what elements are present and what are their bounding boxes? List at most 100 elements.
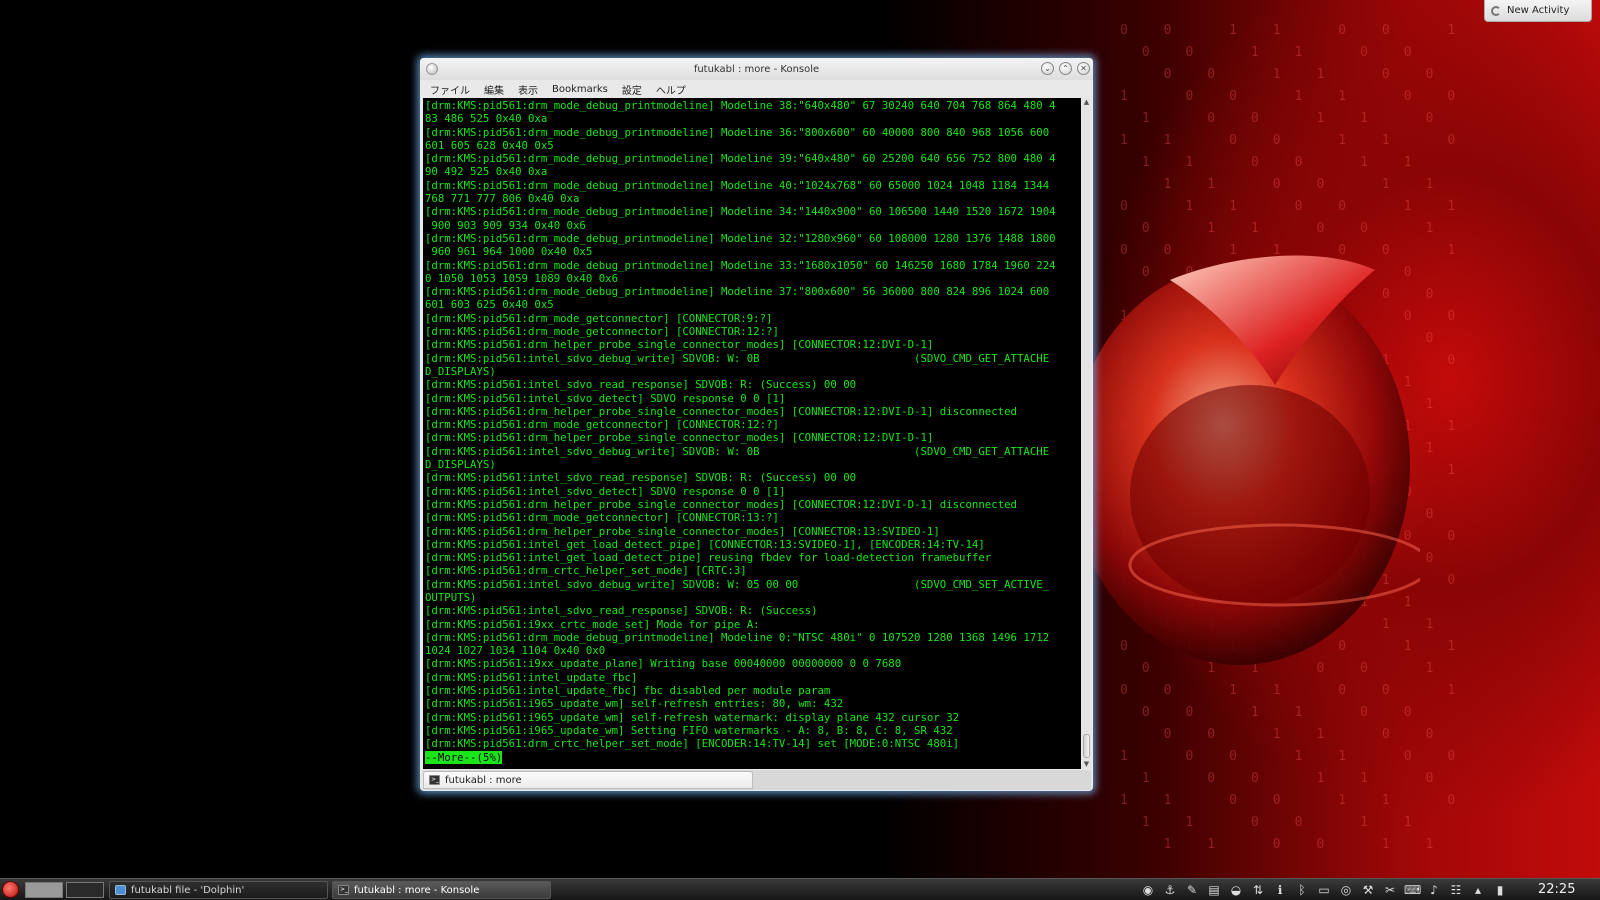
- task-konsole-label: futukabl : more - Konsole: [354, 884, 480, 896]
- network-icon[interactable]: ⚓: [1162, 882, 1178, 898]
- fedora-orb-icon: [1070, 255, 1420, 665]
- terminal-line: [drm:KMS:pid561:intel_sdvo_debug_write] …: [425, 577, 1050, 591]
- terminal-icon: >_: [429, 775, 440, 785]
- terminal-line: 83 486 525 0x40 0xa: [425, 112, 548, 126]
- terminal-line: [drm:KMS:pid561:intel_get_load_detect_pi…: [425, 537, 985, 551]
- terminal-line: [drm:KMS:pid561:drm_mode_debug_printmode…: [425, 205, 1056, 219]
- terminal-line: [drm:KMS:pid561:drm_helper_probe_single_…: [425, 524, 940, 538]
- terminal-line: 601 603 625 0x40 0x5: [425, 298, 554, 312]
- clock[interactable]: 22:25: [1538, 882, 1575, 897]
- terminal-line: [drm:KMS:pid561:i965_update_wm] self-ref…: [425, 697, 844, 711]
- terminal-line: 90 492 525 0x40 0xa: [425, 165, 548, 179]
- drive-icon[interactable]: ◒: [1228, 882, 1244, 898]
- konsole-window[interactable]: futukabl : more - Konsole ⌄ ⌃ ✕ ファイル 編集 …: [420, 58, 1093, 791]
- system-tray: ◉ ⚓ ✎ ▤ ◒ ⇅ ℹ ᛒ ▭ ◎ ⚒ ✂ ⌨ ♪ ☷ ▴ ▮: [1140, 881, 1508, 899]
- menu-help[interactable]: ヘルプ: [656, 82, 686, 97]
- scroll-up-icon[interactable]: ▲: [1082, 98, 1091, 107]
- terminal-line: [drm:KMS:pid561:i9xx_update_plane] Writi…: [425, 657, 902, 671]
- terminal-line: 0 1050 1053 1059 1089 0x40 0x6: [425, 271, 619, 285]
- terminal-line: [drm:KMS:pid561:intel_sdvo_read_response…: [425, 378, 857, 392]
- terminal-line: [drm:KMS:pid561:drm_mode_debug_printmode…: [425, 630, 1050, 644]
- terminal-line: [drm:KMS:pid561:drm_crtc_helper_set_mode…: [425, 564, 747, 578]
- terminal-output[interactable]: [drm:KMS:pid561:drm_mode_debug_printmode…: [423, 98, 1081, 769]
- terminal-line: D_DISPLAYS): [425, 364, 496, 378]
- menu-bookmarks[interactable]: Bookmarks: [552, 84, 608, 95]
- keyboard-icon[interactable]: ⌨: [1404, 882, 1421, 898]
- terminal-icon: >_: [338, 885, 349, 895]
- terminal-line: 960 961 964 1000 0x40 0x5: [425, 245, 593, 259]
- scissors-icon[interactable]: ✂: [1382, 882, 1398, 898]
- tab-label: futukabl : more: [445, 774, 522, 786]
- terminal-line: [drm:KMS:pid561:i965_update_wm] Setting …: [425, 723, 953, 737]
- terminal-line: [drm:KMS:pid561:i965_update_wm] self-ref…: [425, 710, 960, 724]
- expand-arrow-icon[interactable]: ▴: [1470, 882, 1486, 898]
- terminal-line: [drm:KMS:pid561:drm_mode_debug_printmode…: [425, 285, 1050, 299]
- menu-settings[interactable]: 設定: [622, 82, 642, 97]
- menu-view[interactable]: 表示: [518, 82, 538, 97]
- terminal-line: [drm:KMS:pid561:drm_helper_probe_single_…: [425, 338, 934, 352]
- volume-icon[interactable]: ♪: [1426, 882, 1442, 898]
- pager-desktop-1[interactable]: [25, 882, 63, 898]
- folder-icon: [115, 885, 126, 895]
- task-konsole[interactable]: >_ futukabl : more - Konsole: [332, 881, 551, 899]
- task-dolphin[interactable]: futukabl file - 'Dolphin': [109, 881, 328, 899]
- terminal-line: D_DISPLAYS): [425, 458, 496, 472]
- terminal-line: [drm:KMS:pid561:drm_crtc_helper_set_mode…: [425, 737, 960, 751]
- terminal-line: 1024 1027 1034 1104 0x40 0x0: [425, 644, 606, 658]
- application-launcher-icon[interactable]: [2, 881, 19, 898]
- window-title: futukabl : more - Konsole: [693, 63, 820, 75]
- menu-file[interactable]: ファイル: [430, 82, 470, 97]
- lifebuoy-icon[interactable]: ◎: [1338, 882, 1354, 898]
- new-activity-notifier[interactable]: New Activity: [1484, 0, 1592, 22]
- new-activity-label: New Activity: [1507, 5, 1570, 16]
- taskbar: futukabl file - 'Dolphin' >_ futukabl : …: [0, 878, 1600, 900]
- scrollbar-thumb[interactable]: [1083, 734, 1090, 758]
- menu-edit[interactable]: 編集: [484, 82, 504, 97]
- terminal-line: [drm:KMS:pid561:drm_mode_debug_printmode…: [425, 258, 1056, 272]
- task-dolphin-label: futukabl file - 'Dolphin': [131, 884, 245, 896]
- terminal-line: [drm:KMS:pid561:intel_update_fbc] fbc di…: [425, 684, 831, 698]
- notes-icon[interactable]: ✎: [1184, 882, 1200, 898]
- terminal-line: [drm:KMS:pid561:intel_sdvo_read_response…: [425, 471, 857, 485]
- activity-spinner-icon: [1491, 5, 1501, 16]
- terminal-line: [drm:KMS:pid561:intel_sdvo_debug_write] …: [425, 351, 1050, 365]
- maximize-button[interactable]: ⌃: [1059, 62, 1072, 75]
- terminal-line: [drm:KMS:pid561:drm_mode_getconnector] […: [425, 325, 779, 339]
- scroll-down-icon[interactable]: ▼: [1082, 760, 1091, 769]
- terminal-lines: [drm:KMS:pid561:drm_mode_debug_printmode…: [425, 99, 1081, 751]
- terminal-line: 601 605 628 0x40 0x5: [425, 138, 554, 152]
- more-prompt: --More--(5%): [425, 750, 503, 764]
- terminal-line: [drm:KMS:pid561:drm_mode_debug_printmode…: [425, 178, 1050, 192]
- clipboard-icon[interactable]: ▤: [1206, 882, 1222, 898]
- terminal-scrollbar[interactable]: ▲ ▼: [1082, 98, 1091, 769]
- terminal-line: [drm:KMS:pid561:drm_mode_debug_printmode…: [425, 99, 1056, 112]
- usb-icon[interactable]: ⇅: [1250, 882, 1266, 898]
- minimize-button[interactable]: ⌄: [1041, 62, 1054, 75]
- battery-icon[interactable]: ▮: [1492, 882, 1508, 898]
- terminal-line: [drm:KMS:pid561:drm_helper_probe_single_…: [425, 431, 934, 445]
- terminal-line: [drm:KMS:pid561:drm_helper_probe_single_…: [425, 404, 1017, 418]
- close-button[interactable]: ✕: [1077, 62, 1090, 75]
- terminal-line: [drm:KMS:pid561:i9xx_crtc_mode_set] Mode…: [425, 617, 760, 631]
- terminal-line: [drm:KMS:pid561:intel_sdvo_debug_write] …: [425, 444, 1050, 458]
- terminal-line: [drm:KMS:pid561:drm_mode_getconnector] […: [425, 311, 773, 325]
- terminal-line: [drm:KMS:pid561:drm_mode_debug_printmode…: [425, 152, 1056, 166]
- terminal-line: [drm:KMS:pid561:drm_mode_getconnector] […: [425, 418, 779, 432]
- pager-desktop-2[interactable]: [66, 882, 104, 898]
- terminal-line: [drm:KMS:pid561:intel_get_load_detect_pi…: [425, 551, 992, 565]
- terminal-line: [drm:KMS:pid561:drm_mode_getconnector] […: [425, 511, 779, 525]
- info-icon[interactable]: ℹ: [1272, 882, 1288, 898]
- bluetooth-icon[interactable]: ᛒ: [1294, 882, 1310, 898]
- terminal-line: 900 903 909 934 0x40 0x6: [425, 218, 586, 232]
- terminal-line: [drm:KMS:pid561:drm_mode_debug_printmode…: [425, 125, 1050, 139]
- terminal-line: [drm:KMS:pid561:intel_sdvo_read_response…: [425, 604, 818, 618]
- tool-icon[interactable]: ⚒: [1360, 882, 1376, 898]
- window-menu-icon[interactable]: [426, 63, 438, 75]
- update-icon[interactable]: ◉: [1140, 882, 1156, 898]
- terminal-line: [drm:KMS:pid561:drm_helper_probe_single_…: [425, 497, 1017, 511]
- wifi-icon[interactable]: ☷: [1448, 882, 1464, 898]
- terminal-line: OUTPUTS): [425, 590, 477, 604]
- tab-futukabl-more[interactable]: >_ futukabl : more: [423, 771, 753, 789]
- window-titlebar[interactable]: futukabl : more - Konsole ⌄ ⌃ ✕: [420, 58, 1093, 80]
- printer-icon[interactable]: ▭: [1316, 882, 1332, 898]
